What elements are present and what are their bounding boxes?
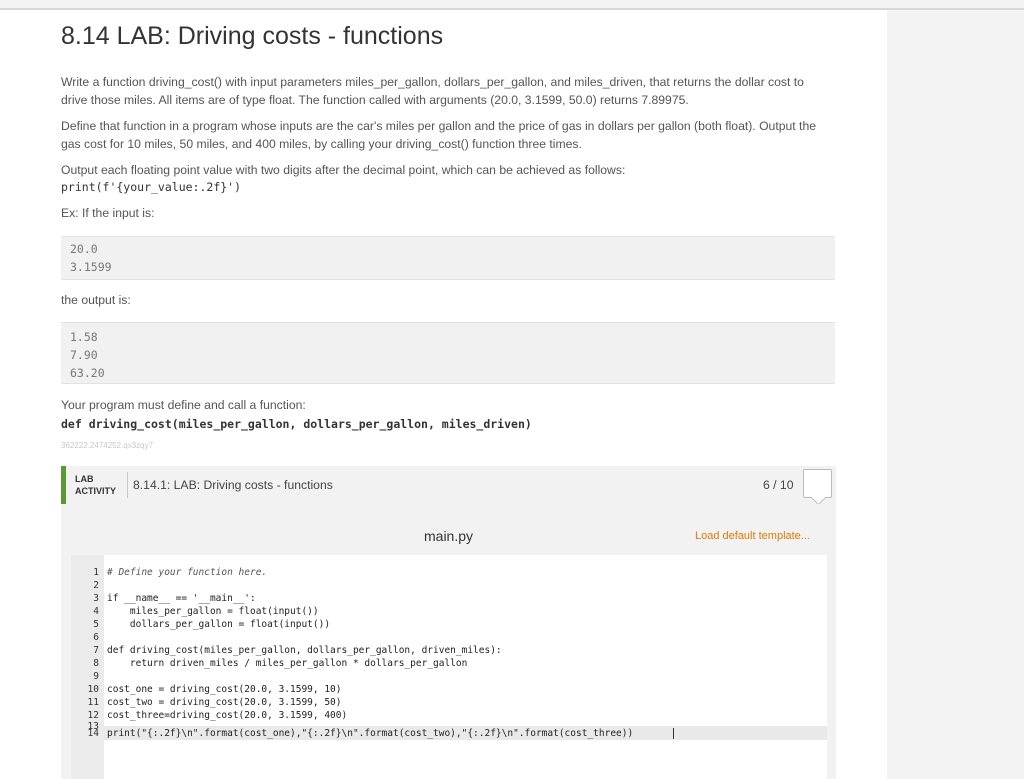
code-line: if __name__ == '__main__': [107,593,256,604]
code-line: cost_one = driving_cost(20.0, 3.1599, 10… [107,684,342,695]
example-input-box: 20.0 3.1599 [61,236,835,280]
lab-activity-header: LAB ACTIVITY 8.14.1: LAB: Driving costs … [61,466,836,504]
line-number: 2 [71,580,99,591]
format-code-example: print(f'{your_value:.2f}') [61,180,241,194]
lab-label-line2: ACTIVITY [75,486,116,496]
line-number: 1 [71,567,99,578]
line-number: 9 [71,671,99,682]
line-number: 14 [71,728,99,739]
activity-title: 8.14.1: LAB: Driving costs - functions [133,478,333,492]
line-number: 8 [71,658,99,669]
line-number: 6 [71,632,99,643]
line-number: 4 [71,606,99,617]
intro-paragraph-2: Define that function in a program whose … [61,117,831,153]
example-output-box: 1.58 7.90 63.20 [61,322,835,384]
line-number: 10 [71,684,99,695]
line-number: 11 [71,697,99,708]
code-line: print("{:.2f}\n".format(cost_one),"{:.2f… [107,728,633,739]
code-line: return driven_miles / miles_per_gallon *… [107,658,467,669]
example-output-line: 7.90 [70,348,98,362]
activity-divider [127,472,128,498]
watermark-id: 362222.2474252.qx3zqy7 [61,441,153,450]
code-line: cost_two = driving_cost(20.0, 3.1599, 50… [107,697,342,708]
lab-activity-label: LAB ACTIVITY [75,473,116,497]
line-number: 5 [71,619,99,630]
code-line: dollars_per_gallon = float(input()) [107,619,330,630]
example-input-line: 20.0 [70,242,98,256]
example-input-line: 3.1599 [70,260,112,274]
activity-score: 6 / 10 [763,478,794,492]
lab-label-line1: LAB [75,474,94,484]
code-line: miles_per_gallon = float(input()) [107,606,319,617]
define-function-label: Your program must define and call a func… [61,398,306,412]
line-number: 12 [71,710,99,721]
editor-container: main.py Load default template... 1 2 3 4… [61,504,836,779]
code-line: cost_three=driving_cost(20.0, 3.1599, 40… [107,710,347,721]
code-line: # Define your function here. [107,567,267,578]
example-output-label: the output is: [61,293,131,307]
line-number-gutter: 1 2 3 4 5 6 7 8 9 10 11 12 13 14 [71,555,104,779]
text-cursor [673,728,674,739]
intro-paragraph-3: Output each floating point value with tw… [61,161,831,179]
right-gutter [887,10,1024,779]
completion-badge-icon [803,469,832,498]
example-input-label: Ex: If the input is: [61,206,154,220]
line-number: 7 [71,645,99,656]
function-signature: def driving_cost(miles_per_gallon, dolla… [61,417,532,431]
example-output-line: 1.58 [70,330,98,344]
line-number: 3 [71,593,99,604]
code-editor[interactable]: 1 2 3 4 5 6 7 8 9 10 11 12 13 14 # Defin… [71,555,827,779]
page-title: 8.14 LAB: Driving costs - functions [61,22,443,51]
load-default-template-link[interactable]: Load default template... [695,530,810,542]
code-line: def driving_cost(miles_per_gallon, dolla… [107,645,502,656]
intro-paragraph-1: Write a function driving_cost() with inp… [61,73,831,109]
example-output-line: 63.20 [70,366,105,380]
editor-filename: main.py [424,528,473,544]
